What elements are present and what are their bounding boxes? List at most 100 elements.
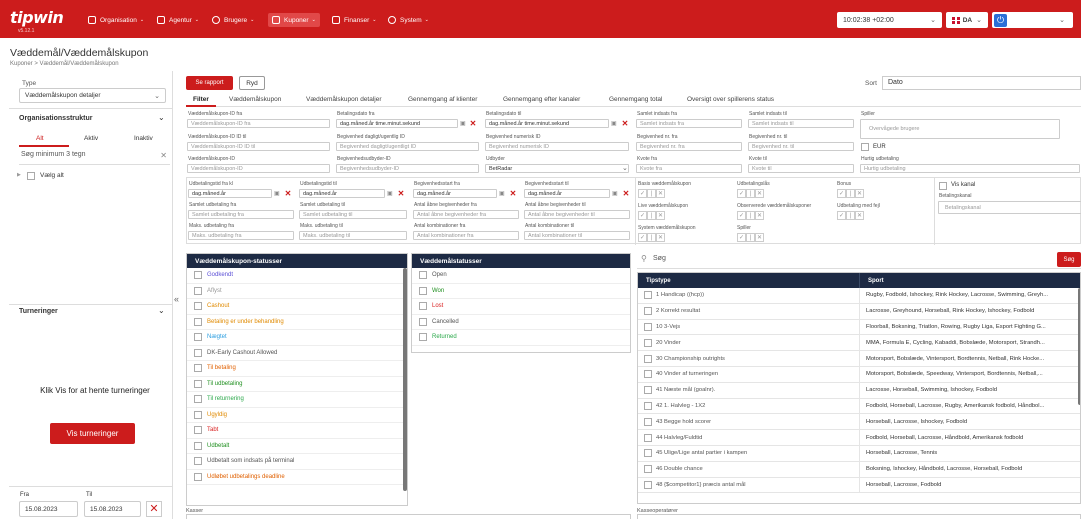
coupon-status-checkbox[interactable] (194, 379, 202, 388)
payout-time-to-input[interactable]: dag.måned.år (299, 189, 385, 198)
coupon-status-checkbox[interactable] (194, 317, 202, 326)
see-report-button[interactable]: Se rapport (186, 76, 233, 90)
clear-date-button[interactable]: ✕ (146, 501, 162, 517)
tab-player-status[interactable]: Oversigt over spillerens status (687, 96, 774, 103)
event-start-to-input[interactable]: dag.måned.år (524, 189, 610, 198)
total-payout-to-input[interactable]: Samlet udbetaling til (299, 210, 407, 219)
coupon-status-row[interactable]: Udløbet udbetalings deadline (187, 470, 407, 485)
table-row[interactable]: 30 Championship outrights Motorsport, Bob… (638, 351, 1080, 367)
close-icon[interactable]: ✕ (160, 151, 167, 160)
tab-channels[interactable]: Gennemgang efter kanaler (503, 96, 580, 103)
sort-select[interactable]: Dato (882, 76, 1081, 90)
search-button[interactable]: Søg (1057, 252, 1081, 267)
bet-status-row[interactable]: Returned (412, 330, 630, 346)
clear-icon[interactable]: ✕ (622, 189, 630, 198)
coupon-status-row[interactable]: Cashout (187, 299, 407, 315)
coupon-status-row[interactable]: Betaling er under behandling (187, 315, 407, 330)
row-checkbox[interactable] (644, 307, 652, 316)
tab-aktiv[interactable]: Aktiv (84, 135, 98, 142)
coupon-status-checkbox[interactable] (194, 348, 202, 357)
language-select[interactable]: DA ⌄ (946, 12, 988, 28)
menu-kuponer[interactable]: Kuponer ⌄ (268, 13, 320, 27)
scrollbar[interactable] (403, 268, 407, 491)
combinations-from-input[interactable]: Antal kombinationer fra (413, 231, 519, 240)
calendar-icon[interactable]: ▣ (611, 120, 617, 127)
coupon-status-row[interactable]: Tabt (187, 423, 407, 439)
menu-agentur[interactable]: Agentur ⌄ (157, 13, 199, 27)
flag-toggle-payout-error[interactable]: ✓ | ✕ (837, 211, 864, 220)
flag-toggle-bonus[interactable]: ✓ | ✕ (837, 189, 864, 198)
coupon-status-checkbox[interactable] (194, 395, 202, 404)
from-date-input[interactable]: 15.08.2023 (19, 501, 78, 517)
row-checkbox[interactable] (644, 417, 652, 426)
clear-icon[interactable]: ✕ (469, 119, 477, 128)
show-channel-checkbox[interactable] (939, 182, 947, 190)
coupon-status-checkbox[interactable] (194, 271, 202, 280)
calendar-icon[interactable]: ▣ (612, 190, 618, 197)
coupon-status-checkbox[interactable] (194, 472, 202, 481)
coupon-status-row[interactable]: Udbetalt som indsats på terminal (187, 454, 407, 470)
table-row[interactable]: 45 Ulige/Lige antal partier i kampen Hors… (638, 445, 1080, 462)
coupon-status-row[interactable]: DK-Early Cashout Allowed (187, 346, 407, 361)
table-row[interactable]: 42 1. Halvleg - 1X2 Fodbold, Horseball, L… (638, 398, 1080, 415)
bet-status-checkbox[interactable] (419, 286, 427, 295)
row-checkbox[interactable] (644, 322, 652, 331)
to-date-input[interactable]: 15.08.2023 (84, 501, 141, 517)
open-events-from-input[interactable]: Antal åbne begivenheder fra (413, 210, 519, 219)
event-nr-from-input[interactable]: Begivenhed nr. fra (636, 142, 742, 151)
table-row[interactable]: 2 Korrekt resultat Lacrosse, Greyhound, H… (638, 303, 1080, 320)
menu-organisation[interactable]: Organisation ⌄ (88, 13, 144, 27)
row-checkbox[interactable] (644, 354, 652, 363)
show-tournaments-button[interactable]: Vis turneringer (50, 423, 135, 444)
coupon-id-input[interactable]: Væddemålskupon-ID (187, 164, 330, 173)
coupon-id-from-input[interactable]: Væddemålskupon-ID fra (187, 119, 330, 128)
coupon-status-checkbox[interactable] (194, 302, 202, 311)
clear-button[interactable]: Ryd (239, 76, 265, 90)
tab-coupon[interactable]: Væddemålskupon (229, 96, 281, 103)
table-row[interactable]: 44 Halvleg/Fuldtid Fodbold, Horseball, La… (638, 430, 1080, 446)
event-numeric-id-input[interactable]: Begivenhed numerisk ID (485, 142, 629, 151)
table-row[interactable]: 43 Begge hold scorer Horseball, Lacrosse,… (638, 414, 1080, 431)
chevron-down-icon[interactable]: ⌄ (158, 306, 165, 315)
total-payout-from-input[interactable]: Samlet udbetaling fra (188, 210, 294, 219)
odds-from-input[interactable]: Kvote fra (636, 164, 742, 173)
tab-clients[interactable]: Gennemgang af klienter (408, 96, 477, 103)
coupon-status-row[interactable]: Nægtet (187, 330, 407, 346)
combinations-to-input[interactable]: Antal kombinationer til (524, 231, 630, 240)
tab-inaktiv[interactable]: Inaktiv (134, 135, 153, 142)
coupon-id-to-input[interactable]: Væddemålskupon-ID ID til (187, 142, 330, 151)
row-checkbox[interactable] (644, 401, 652, 410)
bet-status-row[interactable]: Cancelled (412, 315, 630, 330)
chevron-down-icon[interactable]: ⌄ (158, 113, 165, 122)
payment-date-to-input[interactable]: dag.måned.år time.minut.sekund (485, 119, 609, 128)
payment-date-from-input[interactable]: dag.måned.år time.minut.sekund (336, 119, 458, 128)
calendar-icon[interactable]: ▣ (274, 190, 280, 197)
flag-toggle-live[interactable]: ✓ | ✕ (638, 211, 665, 220)
odds-to-input[interactable]: Kvote til (748, 164, 854, 173)
tip-search-input[interactable]: ⚲ Søg (637, 251, 1081, 269)
clear-icon[interactable]: ✕ (509, 189, 517, 198)
bet-status-row[interactable]: Won (412, 284, 630, 299)
coupon-status-row[interactable]: Til betaling (187, 361, 407, 377)
coupon-status-checkbox[interactable] (194, 333, 202, 342)
calendar-icon[interactable]: ▣ (499, 190, 505, 197)
coupon-status-checkbox[interactable] (194, 441, 202, 450)
coupon-status-row[interactable]: Aflyst (187, 284, 407, 299)
bet-status-checkbox[interactable] (419, 271, 427, 280)
payout-time-from-input[interactable]: dag.måned.år (188, 189, 272, 198)
type-select[interactable]: Væddemålskupon detaljer ⌄ (19, 88, 166, 103)
bet-status-checkbox[interactable] (419, 333, 427, 342)
event-nr-to-input[interactable]: Begivenhed nr. til (748, 142, 854, 151)
coupon-status-checkbox[interactable] (194, 457, 202, 466)
tab-filter[interactable]: Filter (193, 96, 209, 103)
tab-alt[interactable]: Alt (36, 135, 44, 142)
bet-status-row[interactable]: Lost (412, 299, 630, 315)
org-search-input[interactable]: Søg minimum 3 tegn ✕ (19, 151, 170, 165)
caret-right-icon[interactable]: ▶ (17, 172, 21, 178)
provider-event-id-input[interactable]: Begivenhedsudbyder-ID (336, 164, 479, 173)
table-row[interactable]: 41 Næste mål (goalnr). Lacrosse, Horsebal… (638, 382, 1080, 399)
bet-status-row[interactable]: Open (412, 268, 630, 284)
max-payout-from-input[interactable]: Maks. udbetaling fra (188, 231, 294, 240)
table-row[interactable]: 20 Vinder MMA, Formula E, Cycling, Kabadd… (638, 335, 1080, 352)
event-start-from-input[interactable]: dag.måned.år (413, 189, 497, 198)
